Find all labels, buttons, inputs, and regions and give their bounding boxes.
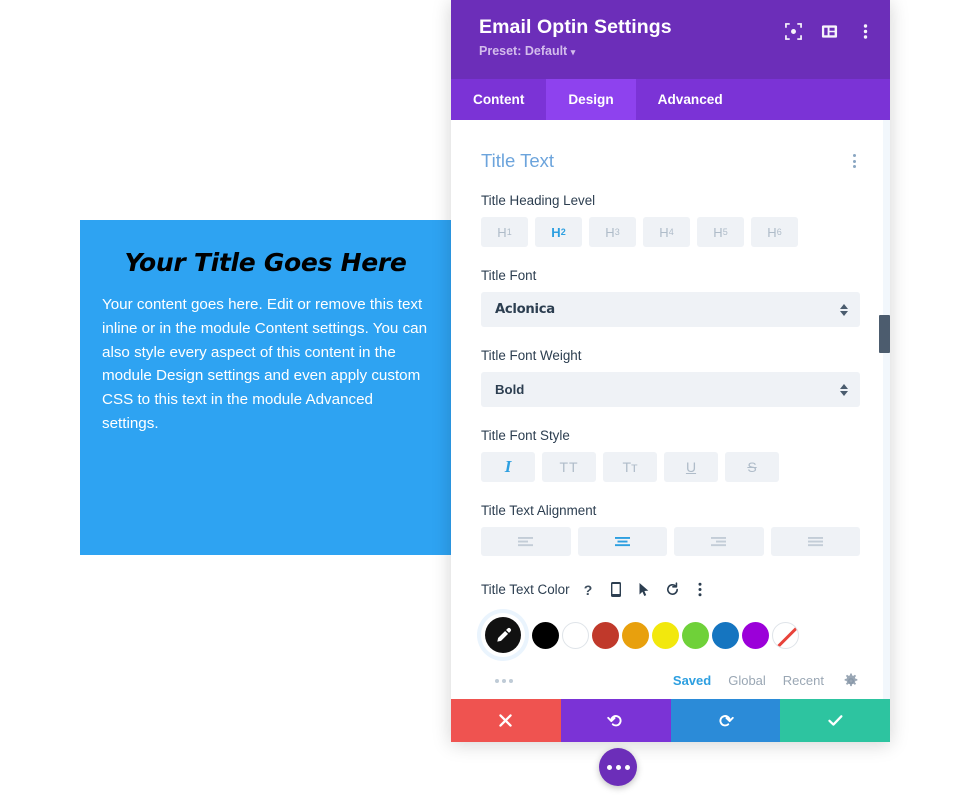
h3-sub: 3 xyxy=(614,227,620,237)
undo-icon xyxy=(607,715,622,727)
chevron-updown-icon xyxy=(840,383,848,396)
color-tab-recent[interactable]: Recent xyxy=(783,673,824,688)
swatch-purple[interactable] xyxy=(742,621,769,649)
settings-gear-icon[interactable] xyxy=(841,671,860,690)
title-font-select[interactable]: Aclonica xyxy=(481,292,860,327)
color-tab-global[interactable]: Global xyxy=(728,673,766,688)
swatch-orange[interactable] xyxy=(622,621,649,649)
label-title-heading-level: Title Heading Level xyxy=(481,193,596,208)
close-icon xyxy=(499,714,513,727)
heading-level-h2[interactable]: H2 xyxy=(535,217,582,247)
strikethrough-icon[interactable]: S xyxy=(725,452,779,482)
section-title-title-text: Title Text xyxy=(481,150,554,171)
panel-body: Title Text Title Heading Level H1 H2 H3 … xyxy=(451,120,890,699)
save-button[interactable] xyxy=(780,699,890,742)
align-center-icon[interactable] xyxy=(577,527,667,556)
title-text-color-header: Title Text Color ? xyxy=(481,580,860,599)
panel-footer-actions xyxy=(451,699,890,742)
redo-button[interactable] xyxy=(670,699,781,742)
align-left-icon[interactable] xyxy=(481,527,571,556)
title-font-value: Aclonica xyxy=(495,302,555,317)
color-tab-saved[interactable]: Saved xyxy=(673,673,711,688)
h1-sub: 1 xyxy=(506,227,512,237)
color-footer: Saved Global Recent xyxy=(481,671,860,690)
section-header: Title Text xyxy=(481,120,860,172)
heading-level-h5[interactable]: H5 xyxy=(697,217,744,247)
align-right-icon[interactable] xyxy=(674,527,764,556)
chevron-down-icon: ▾ xyxy=(570,47,576,57)
field-title-font-style: Title Font Style I TT Tᴛ U S xyxy=(481,428,860,482)
font-style-group: I TT Tᴛ U S xyxy=(481,452,860,482)
text-alignment-group xyxy=(481,527,860,556)
preset-selector[interactable]: Preset: Default ▾ xyxy=(479,44,868,58)
swatch-blue[interactable] xyxy=(712,621,739,649)
more-options-icon[interactable] xyxy=(691,580,710,599)
floating-menu-button[interactable] xyxy=(599,748,637,786)
responsive-mobile-icon[interactable] xyxy=(607,580,626,599)
tab-design[interactable]: Design xyxy=(546,79,636,120)
scrollbar-track[interactable] xyxy=(883,120,890,699)
header-icon-group xyxy=(784,22,874,40)
label-title-font-weight: Title Font Weight xyxy=(481,348,582,363)
field-title-text-alignment: Title Text Alignment xyxy=(481,503,860,556)
field-title-heading-level: Title Heading Level H1 H2 H3 H4 H5 H6 xyxy=(481,193,860,247)
tab-bar: Content Design Advanced xyxy=(451,79,890,120)
cancel-button[interactable] xyxy=(451,699,561,742)
heading-level-h6[interactable]: H6 xyxy=(751,217,798,247)
title-font-weight-select[interactable]: Bold xyxy=(481,372,860,407)
tab-content[interactable]: Content xyxy=(451,79,546,120)
label-title-text-color: Title Text Color xyxy=(481,582,570,597)
module-preview[interactable]: Your Title Goes Here Your content goes h… xyxy=(80,220,451,555)
swatch-red[interactable] xyxy=(592,621,619,649)
heading-level-h1[interactable]: H1 xyxy=(481,217,528,247)
h6-sub: 6 xyxy=(776,227,782,237)
preview-title: Your Title Goes Here xyxy=(124,248,407,277)
section-more-options-icon[interactable] xyxy=(849,150,860,172)
more-options-icon[interactable] xyxy=(856,22,874,40)
tab-advanced[interactable]: Advanced xyxy=(636,79,745,120)
swatch-black[interactable] xyxy=(532,621,559,649)
h4-sub: 4 xyxy=(668,227,674,237)
redo-icon xyxy=(719,715,734,727)
scrollbar-thumb[interactable] xyxy=(879,315,890,353)
align-justify-icon[interactable] xyxy=(770,527,860,556)
layout-panel-icon[interactable] xyxy=(820,22,838,40)
preset-label: Preset: Default xyxy=(479,44,568,58)
undo-button[interactable] xyxy=(560,699,671,742)
h2-sub: 2 xyxy=(560,227,566,237)
swatch-green[interactable] xyxy=(682,621,709,649)
uppercase-icon[interactable]: TT xyxy=(542,452,596,482)
swatch-transparent[interactable] xyxy=(772,621,799,649)
label-title-text-alignment: Title Text Alignment xyxy=(481,503,597,518)
heading-level-h4[interactable]: H4 xyxy=(643,217,690,247)
label-title-font: Title Font xyxy=(481,268,537,283)
preview-body-text: Your content goes here. Edit or remove t… xyxy=(102,296,428,432)
swatch-white[interactable] xyxy=(562,621,589,649)
heading-level-h3[interactable]: H3 xyxy=(589,217,636,247)
more-colors-icon[interactable] xyxy=(481,678,513,683)
small-caps-icon[interactable]: Tᴛ xyxy=(603,452,657,482)
help-icon[interactable]: ? xyxy=(579,580,598,599)
focus-target-icon[interactable] xyxy=(784,22,802,40)
title-font-weight-value: Bold xyxy=(495,382,525,397)
field-title-font-weight: Title Font Weight Bold xyxy=(481,348,860,407)
heading-level-group: H1 H2 H3 H4 H5 H6 xyxy=(481,217,860,247)
swatch-yellow[interactable] xyxy=(652,621,679,649)
check-icon xyxy=(827,715,843,726)
color-tabs: Saved Global Recent xyxy=(673,671,860,690)
field-title-font: Title Font Aclonica xyxy=(481,268,860,327)
eyedropper-picker[interactable] xyxy=(481,613,525,657)
screen: Your Title Goes Here Your content goes h… xyxy=(0,0,961,804)
settings-panel: Email Optin Settings Preset: Default ▾ C… xyxy=(451,0,890,742)
panel-header: Email Optin Settings Preset: Default ▾ xyxy=(451,0,890,79)
label-title-font-style: Title Font Style xyxy=(481,428,570,443)
chevron-updown-icon xyxy=(840,303,848,316)
italic-icon[interactable]: I xyxy=(481,452,535,482)
h5-sub: 5 xyxy=(722,227,728,237)
hover-cursor-icon[interactable] xyxy=(635,580,654,599)
color-swatch-row xyxy=(481,613,860,657)
reset-icon[interactable] xyxy=(663,580,682,599)
eyedropper-icon xyxy=(485,617,521,653)
underline-icon[interactable]: U xyxy=(664,452,718,482)
